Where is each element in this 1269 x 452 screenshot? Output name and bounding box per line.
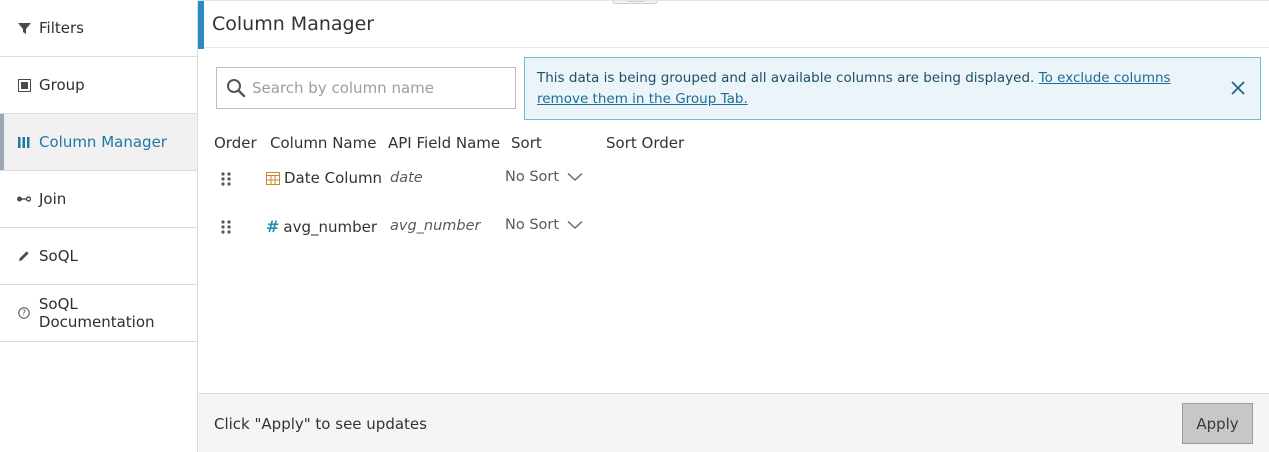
sort-dropdown[interactable]: No Sort	[505, 169, 583, 185]
sidebar-item-label: SoQL Documentation	[38, 295, 155, 331]
sidebar-item-soql-documentation[interactable]: ? SoQL Documentation	[0, 285, 197, 342]
sidebar-item-label: Group	[39, 76, 85, 94]
sort-value: No Sort	[505, 169, 560, 185]
close-icon[interactable]	[1228, 78, 1248, 98]
page-title: Column Manager	[212, 13, 375, 35]
apply-hint: Click "Apply" to see updates	[214, 415, 427, 433]
column-search	[216, 67, 516, 109]
header-accent-bar	[198, 1, 204, 49]
sidebar-item-filters[interactable]: Filters	[0, 0, 197, 57]
svg-text:?: ?	[22, 309, 26, 318]
sort-dropdown[interactable]: No Sort	[505, 217, 583, 233]
group-icon	[17, 78, 31, 92]
sidebar: Filters Group Column Manager Join SoQL ?…	[0, 0, 198, 452]
api-field-name: date	[390, 170, 423, 186]
column-name: Date Column	[266, 169, 382, 187]
header-api-field-name: API Field Name	[388, 134, 501, 152]
sidebar-item-column-manager[interactable]: Column Manager	[0, 114, 197, 171]
sidebar-item-label: Column Manager	[39, 133, 167, 151]
columns-icon	[17, 135, 31, 149]
search-icon	[227, 79, 246, 98]
drag-handle-icon[interactable]	[220, 171, 232, 187]
apply-button[interactable]: Apply	[1182, 403, 1253, 444]
filter-icon	[17, 21, 31, 35]
header-column-name: Column Name	[270, 134, 377, 152]
header-sort-order: Sort Order	[606, 134, 685, 152]
sidebar-item-label: Filters	[39, 19, 84, 37]
join-icon	[17, 192, 31, 206]
column-name-text: avg_number	[283, 217, 378, 236]
search-input[interactable]	[252, 79, 502, 97]
page-header: Column Manager	[198, 0, 1269, 49]
chevron-down-icon	[567, 172, 583, 181]
api-field-name: avg_number	[390, 218, 481, 234]
banner-message: This data is being grouped and all avail…	[537, 68, 1217, 110]
help-circle-icon: ?	[17, 306, 31, 320]
banner-text: This data is being grouped and all avail…	[537, 70, 1039, 86]
drag-handle-icon[interactable]	[220, 219, 232, 235]
pencil-icon	[17, 249, 31, 263]
column-name: # avg_number	[266, 217, 377, 236]
number-icon: #	[266, 217, 280, 236]
header-order: Order	[214, 134, 257, 152]
column-name-text: Date Column	[284, 169, 383, 187]
footer-bar: Click "Apply" to see updates Apply	[198, 393, 1269, 452]
header-sort: Sort	[511, 134, 542, 152]
sidebar-item-group[interactable]: Group	[0, 57, 197, 114]
sidebar-item-join[interactable]: Join	[0, 171, 197, 228]
sidebar-item-label: Join	[39, 190, 67, 208]
table-row: # avg_number avg_number No Sort	[214, 215, 694, 239]
sidebar-item-label: SoQL	[39, 247, 78, 265]
table-row: Date Column date No Sort	[214, 167, 694, 191]
calendar-icon	[266, 171, 280, 185]
sort-value: No Sort	[505, 217, 560, 233]
sidebar-item-soql[interactable]: SoQL	[0, 228, 197, 285]
info-banner: This data is being grouped and all avail…	[524, 57, 1261, 120]
chevron-down-icon	[567, 220, 583, 229]
